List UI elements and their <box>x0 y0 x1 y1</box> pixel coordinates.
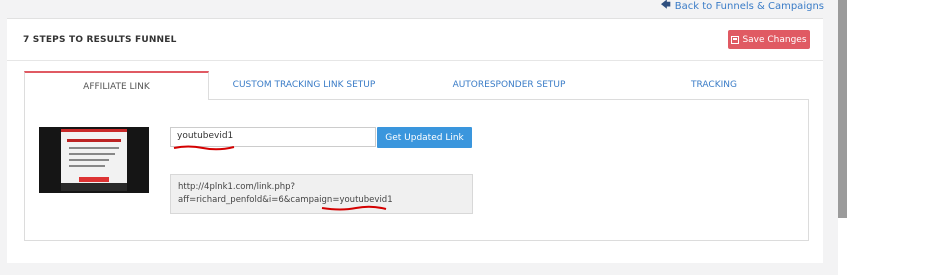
affiliate-link-tab-content: youtubevid1 Get Updated Link http://4pln… <box>24 99 809 241</box>
funnel-thumbnail <box>39 127 149 193</box>
funnel-panel: 7 STEPS TO RESULTS FUNNEL Save Changes A… <box>7 18 823 263</box>
tab-bar: AFFILIATE LINK CUSTOM TRACKING LINK SETU… <box>24 71 809 100</box>
right-panel <box>838 0 940 275</box>
save-icon <box>731 35 740 44</box>
generated-link-prefix: aff=richard_penfold&i=6&campaign= <box>178 195 340 205</box>
page-title: 7 STEPS TO RESULTS FUNNEL <box>23 35 177 45</box>
tab-label: TRACKING <box>691 80 737 90</box>
annotation-underline <box>321 205 387 211</box>
generated-link-line1: http://4plnk1.com/link.php? <box>178 182 296 192</box>
tab-tracking[interactable]: TRACKING <box>619 71 809 99</box>
tab-label: AUTORESPONDER SETUP <box>452 80 566 90</box>
tab-custom-tracking-link-setup[interactable]: CUSTOM TRACKING LINK SETUP <box>209 71 399 99</box>
tab-autoresponder-setup[interactable]: AUTORESPONDER SETUP <box>399 71 619 99</box>
tab-label: CUSTOM TRACKING LINK SETUP <box>232 80 376 90</box>
back-link-label: Back to Funnels & Campaigns <box>674 1 824 12</box>
get-updated-link-button[interactable]: Get Updated Link <box>377 127 472 148</box>
update-button-label: Get Updated Link <box>385 132 464 143</box>
tab-area: AFFILIATE LINK CUSTOM TRACKING LINK SETU… <box>24 71 809 241</box>
annotation-underline <box>173 145 235 151</box>
tab-label: AFFILIATE LINK <box>83 81 150 92</box>
back-to-funnels-link[interactable]: 🡄 Back to Funnels & Campaigns <box>660 0 824 15</box>
save-changes-label: Save Changes <box>742 34 807 45</box>
save-changes-button[interactable]: Save Changes <box>728 30 810 49</box>
tab-affiliate-link[interactable]: AFFILIATE LINK <box>24 71 209 100</box>
arrow-left-icon: 🡄 <box>660 0 671 11</box>
panel-header: 7 STEPS TO RESULTS FUNNEL Save Changes <box>7 19 823 61</box>
generated-link-campaign: youtubevid1 <box>339 195 393 205</box>
scrollbar[interactable] <box>838 0 847 218</box>
